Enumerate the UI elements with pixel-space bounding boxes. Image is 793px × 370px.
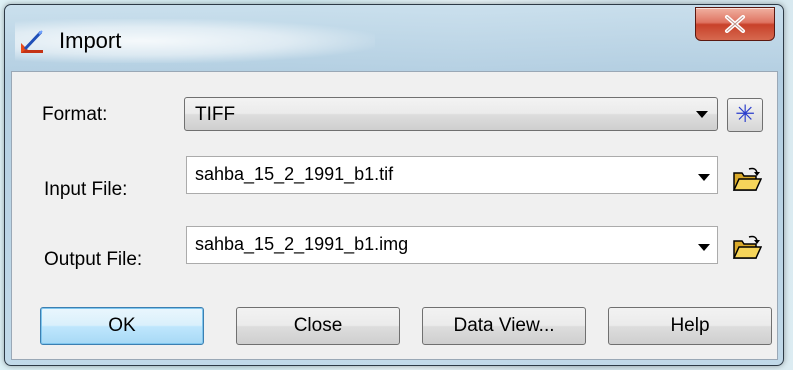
format-select[interactable]: TIFF	[184, 97, 718, 131]
ok-button[interactable]: OK	[40, 307, 204, 345]
output-file-value: sahba_15_2_1991_b1.img	[195, 234, 409, 254]
output-file-label: Output File:	[44, 249, 143, 270]
format-label: Format:	[42, 104, 108, 125]
close-button[interactable]: Close	[236, 307, 400, 345]
close-icon	[725, 15, 745, 33]
window-title: Import	[59, 28, 122, 53]
open-folder-icon[interactable]	[732, 235, 762, 261]
format-value: TIFF	[195, 104, 236, 125]
format-options-button[interactable]: ✳	[727, 98, 763, 132]
title-bar[interactable]: Import	[5, 5, 783, 71]
output-file-field[interactable]: sahba_15_2_1991_b1.img	[186, 226, 718, 264]
chevron-down-icon[interactable]	[696, 111, 708, 118]
import-dialog: Import Format: TIFF ✳ Input File: sahba_…	[4, 4, 784, 366]
asterisk-icon: ✳	[734, 101, 756, 128]
data-view-button[interactable]: Data View...	[422, 307, 586, 345]
open-folder-icon[interactable]	[732, 167, 762, 193]
input-file-value: sahba_15_2_1991_b1.tif	[195, 164, 394, 184]
window-close-button[interactable]	[695, 7, 775, 41]
input-file-field[interactable]: sahba_15_2_1991_b1.tif	[186, 156, 718, 194]
import-tool-icon	[21, 30, 43, 53]
help-button[interactable]: Help	[608, 307, 772, 345]
chevron-down-icon[interactable]	[698, 244, 710, 251]
chevron-down-icon[interactable]	[698, 174, 710, 181]
input-file-label: Input File:	[44, 179, 128, 200]
dialog-body: Format: TIFF ✳ Input File: sahba_15_2_19…	[11, 71, 778, 360]
